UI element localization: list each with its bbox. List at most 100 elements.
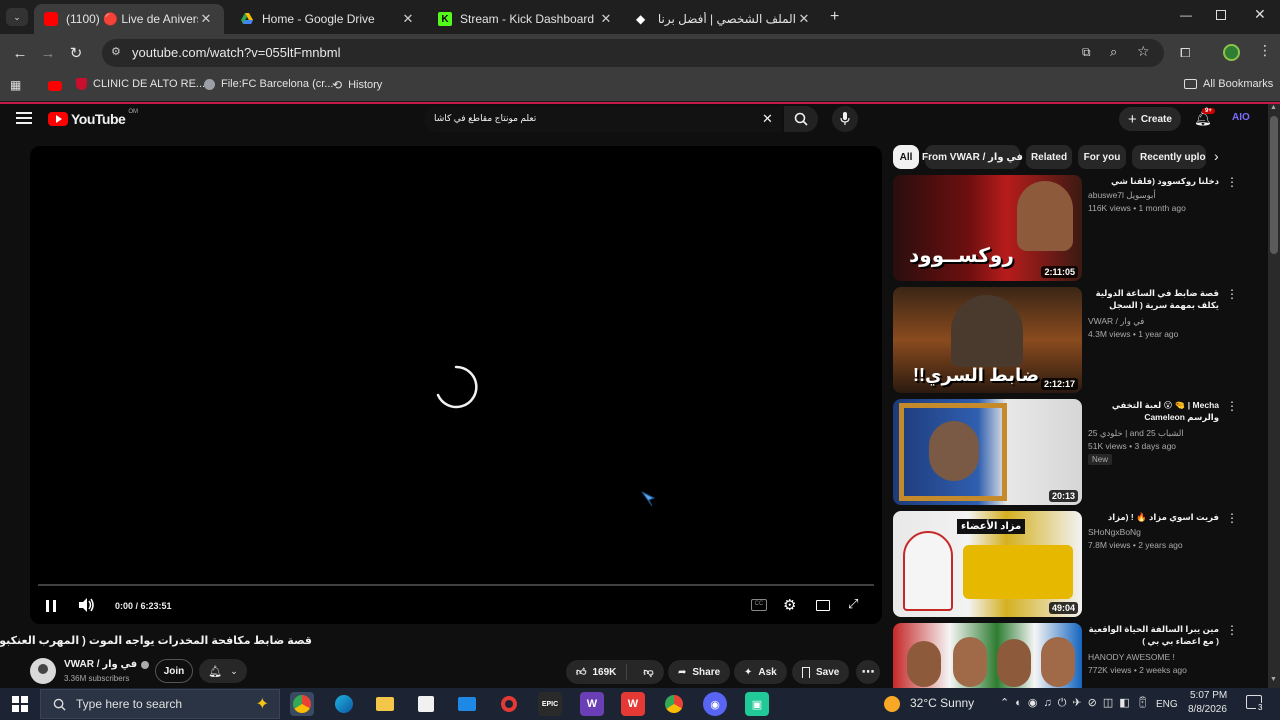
file-explorer-icon[interactable] [373, 692, 397, 716]
wondershare-icon[interactable]: W [580, 692, 604, 716]
video-menu-icon[interactable]: ⋮ [1226, 176, 1238, 188]
channel-name[interactable]: VWAR / في وار [64, 659, 150, 670]
channel-name[interactable]: VWAR / في وار [1088, 316, 1144, 327]
windows-start-icon[interactable] [12, 696, 28, 712]
video-menu-icon[interactable]: ⋮ [1226, 400, 1238, 412]
account-avatar[interactable]: AIO [1232, 112, 1250, 123]
opera-icon[interactable] [497, 692, 521, 716]
site-info-icon[interactable]: ⚙ [111, 45, 121, 58]
video-player[interactable]: 0:00 / 6:23:51 CC ⚙ ⤢ [30, 146, 882, 624]
chip-for-you[interactable]: For you [1078, 145, 1126, 169]
bookmark-clinic[interactable]: CLINIC DE ALTO RE... [76, 78, 205, 90]
voice-search-button[interactable] [832, 106, 858, 132]
chevron-right-icon[interactable]: › [1214, 148, 1219, 164]
chrome-taskbar-icon[interactable] [290, 692, 314, 716]
theater-mode-button[interactable] [816, 600, 830, 611]
chip-related[interactable]: Related [1026, 145, 1072, 169]
captions-button[interactable]: CC [751, 599, 767, 611]
weather-text[interactable]: 32°C Sunny [910, 696, 974, 710]
channel-name[interactable]: abuswe7l أبوسويل [1088, 190, 1156, 201]
video-menu-icon[interactable]: ⋮ [1226, 288, 1238, 300]
video-thumbnail[interactable]: روكســوود 2:11:05 [893, 175, 1082, 281]
close-icon[interactable]: ✕ [796, 11, 812, 27]
minimize-icon[interactable]: — [1180, 8, 1192, 22]
language-indicator[interactable]: ENG [1156, 699, 1178, 710]
scroll-down-icon[interactable]: ▼ [1270, 676, 1277, 683]
channel-avatar[interactable] [30, 658, 56, 684]
chip-all[interactable]: All [893, 145, 919, 169]
microsoft-store-icon[interactable] [414, 692, 438, 716]
epic-games-icon[interactable]: EPIC [538, 692, 562, 716]
back-icon[interactable]: ← [10, 43, 30, 63]
chip-from-channel[interactable]: From VWAR / في وار [922, 145, 1023, 169]
share-button[interactable]: ➦ Share [668, 660, 731, 684]
scrollbar-thumb[interactable] [1270, 116, 1278, 254]
maximize-icon[interactable] [1216, 10, 1226, 20]
progress-bar-track[interactable] [38, 584, 874, 586]
youtube-logo[interactable]: YouTube OM [48, 109, 138, 127]
video-thumbnail[interactable] [893, 623, 1082, 688]
video-title[interactable]: فريت اسوي مزاد 🔥 ! (مزاد الاعضاء #5) [1087, 511, 1219, 523]
dislike-button[interactable]: 👎︎ [633, 666, 663, 678]
clock-time[interactable]: 5:07 PM [1190, 690, 1227, 701]
chrome-profile-icon[interactable] [662, 692, 686, 716]
search-button[interactable] [784, 106, 818, 132]
notifications-button[interactable]: 🔔︎ 9+ [1194, 108, 1215, 128]
search-input[interactable]: تعلم مونتاج مقاطع في كاشا [434, 113, 536, 124]
forward-icon[interactable]: → [38, 43, 58, 63]
edge-taskbar-icon[interactable] [332, 692, 356, 716]
chip-recently-uploaded[interactable]: Recently uploa [1132, 145, 1206, 169]
bookmark-fc-barcelona[interactable]: File:FC Barcelona (cr... [204, 78, 333, 90]
bookmark-history[interactable]: ⟲ History [332, 78, 382, 92]
channel-name[interactable]: خلودي 25 | and الشباب 25 [1088, 428, 1184, 439]
taskbar-search-box[interactable]: Type here to search ✦ [40, 689, 280, 719]
extensions-icon[interactable]: ⧠ [1180, 45, 1190, 61]
tab-youtube-live[interactable]: (1100) 🔴 Live de Aniversário: F ✕ [34, 4, 224, 34]
all-bookmarks[interactable]: All Bookmarks [1184, 78, 1273, 90]
channel-name[interactable]: HANODY AWESOME ! [1088, 652, 1175, 662]
video-title[interactable]: دخلنا روكسوود (فلقنا شي غريب) !! 😂 [1087, 175, 1219, 187]
subscribe-notification-button[interactable]: 🔔︎ ⌄ [199, 659, 247, 683]
like-button[interactable]: 👍︎ 169K [566, 664, 628, 680]
tab-google-drive[interactable]: Home - Google Drive ✕ [230, 4, 426, 34]
reload-icon[interactable]: ↻ [66, 43, 86, 63]
video-menu-icon[interactable]: ⋮ [1226, 512, 1238, 524]
close-window-icon[interactable]: ✕ [1254, 6, 1266, 23]
install-app-icon[interactable]: ⧉ [1082, 45, 1091, 60]
pause-button[interactable] [46, 600, 56, 612]
system-tray-icons[interactable]: ⌃◐◉♫⏻✈⊘◫◧🔋︎ [1000, 696, 1156, 710]
mail-icon[interactable] [455, 692, 479, 716]
join-button[interactable]: Join [155, 659, 193, 683]
channel-name[interactable]: SHoNgxBoNg [1088, 527, 1141, 537]
more-actions-button[interactable]: ⋯ [856, 660, 880, 684]
video-menu-icon[interactable]: ⋮ [1226, 624, 1238, 636]
search-box[interactable]: تعلم مونتاج مقاطع في كاشا ✕ [424, 106, 782, 132]
settings-gear-icon[interactable]: ⚙ [783, 596, 796, 614]
clear-search-icon[interactable]: ✕ [762, 111, 773, 127]
youtube-bookmark-icon[interactable] [48, 81, 62, 91]
close-icon[interactable]: ✕ [598, 11, 614, 27]
clock-date[interactable]: 8/8/2026 [1188, 704, 1227, 715]
wps-office-icon[interactable]: W [621, 692, 645, 716]
zoom-icon[interactable]: ⌕ [1110, 44, 1117, 60]
video-title[interactable]: قصة ضابط في الساعة الدولية يكلف بمهمة سر… [1087, 287, 1219, 311]
bookmark-star-icon[interactable]: ☆ [1137, 43, 1150, 60]
video-thumbnail[interactable]: !!ضابط السري 2:12:17 [893, 287, 1082, 393]
profile-avatar[interactable] [1223, 44, 1240, 61]
scroll-up-icon[interactable]: ▲ [1270, 104, 1277, 111]
video-thumbnail[interactable]: مزاد الأعضاء 49:04 [893, 511, 1082, 617]
video-thumbnail[interactable]: 20:13 [893, 399, 1082, 505]
ask-button[interactable]: ✦ Ask [734, 660, 787, 684]
close-icon[interactable]: ✕ [400, 11, 416, 27]
create-button[interactable]: + Create [1119, 107, 1181, 131]
apps-grid-icon[interactable]: ▦ [10, 78, 21, 92]
tab-search-button[interactable]: ⌄ [6, 8, 28, 26]
save-button[interactable]: Save [792, 660, 850, 684]
discord-icon[interactable]: ◉ [703, 692, 727, 716]
chrome-menu-icon[interactable]: ⋮ [1258, 42, 1272, 59]
tab-arabic-profile[interactable]: ◆ الملف الشخصي | أفضل برنامج لت ✕ [626, 4, 822, 34]
volume-button[interactable] [78, 597, 96, 618]
video-title[interactable]: Mecha | 🤏 😮 لعبة التخفي والرسم Cameleon [1087, 399, 1219, 423]
video-title[interactable]: مين يبرا السالفة الحياة الواقعية ( مع اع… [1087, 623, 1219, 647]
new-tab-icon[interactable]: + [830, 8, 839, 26]
